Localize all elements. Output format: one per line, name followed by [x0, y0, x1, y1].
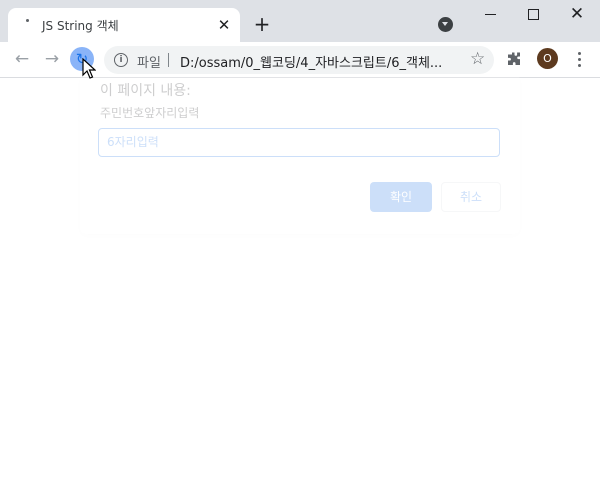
dialog-message: 주민번호앞자리입력: [100, 106, 200, 120]
bookmark-star-icon[interactable]: ☆: [470, 49, 485, 69]
more-menu-icon[interactable]: [570, 49, 590, 69]
loading-favicon-icon: [24, 19, 32, 27]
maximize-button[interactable]: [510, 0, 556, 30]
cancel-button[interactable]: 취소: [441, 182, 501, 212]
dialog-title: 이 페이지 내용:: [100, 83, 191, 99]
prompt-dialog: 이 페이지 내용: 주민번호앞자리입력 6자리입력 확인 취소: [80, 74, 520, 234]
tab-search-icon[interactable]: [438, 17, 453, 32]
profile-avatar[interactable]: O: [537, 48, 558, 69]
minimize-button[interactable]: [468, 0, 514, 30]
url-text[interactable]: D:/ossam/0_웹코딩/4_자바스크립트/6_객체...: [180, 52, 460, 71]
tab-strip: JS String 객체 ✕ + ✕: [0, 0, 600, 42]
prompt-input[interactable]: 6자리입력: [98, 128, 500, 157]
browser-tab[interactable]: JS String 객체 ✕: [8, 8, 240, 42]
forward-button[interactable]: →: [40, 47, 64, 71]
page-content: 이 페이지 내용: 주민번호앞자리입력 6자리입력 확인 취소: [0, 74, 600, 492]
scheme-label: 파일: [137, 56, 161, 71]
extensions-icon[interactable]: [506, 51, 522, 67]
address-bar[interactable]: i 파일 D:/ossam/0_웹코딩/4_자바스크립트/6_객체... ☆: [104, 46, 494, 74]
back-button[interactable]: ←: [10, 47, 34, 71]
window-close-button[interactable]: ✕: [554, 0, 600, 30]
new-tab-button[interactable]: +: [250, 12, 274, 36]
mouse-cursor-icon: [82, 58, 96, 79]
tab-title: JS String 객체: [42, 19, 119, 33]
info-icon[interactable]: i: [114, 53, 128, 67]
ok-button[interactable]: 확인: [370, 182, 432, 212]
address-separator: [168, 53, 169, 67]
tab-close-icon[interactable]: ✕: [216, 17, 232, 33]
